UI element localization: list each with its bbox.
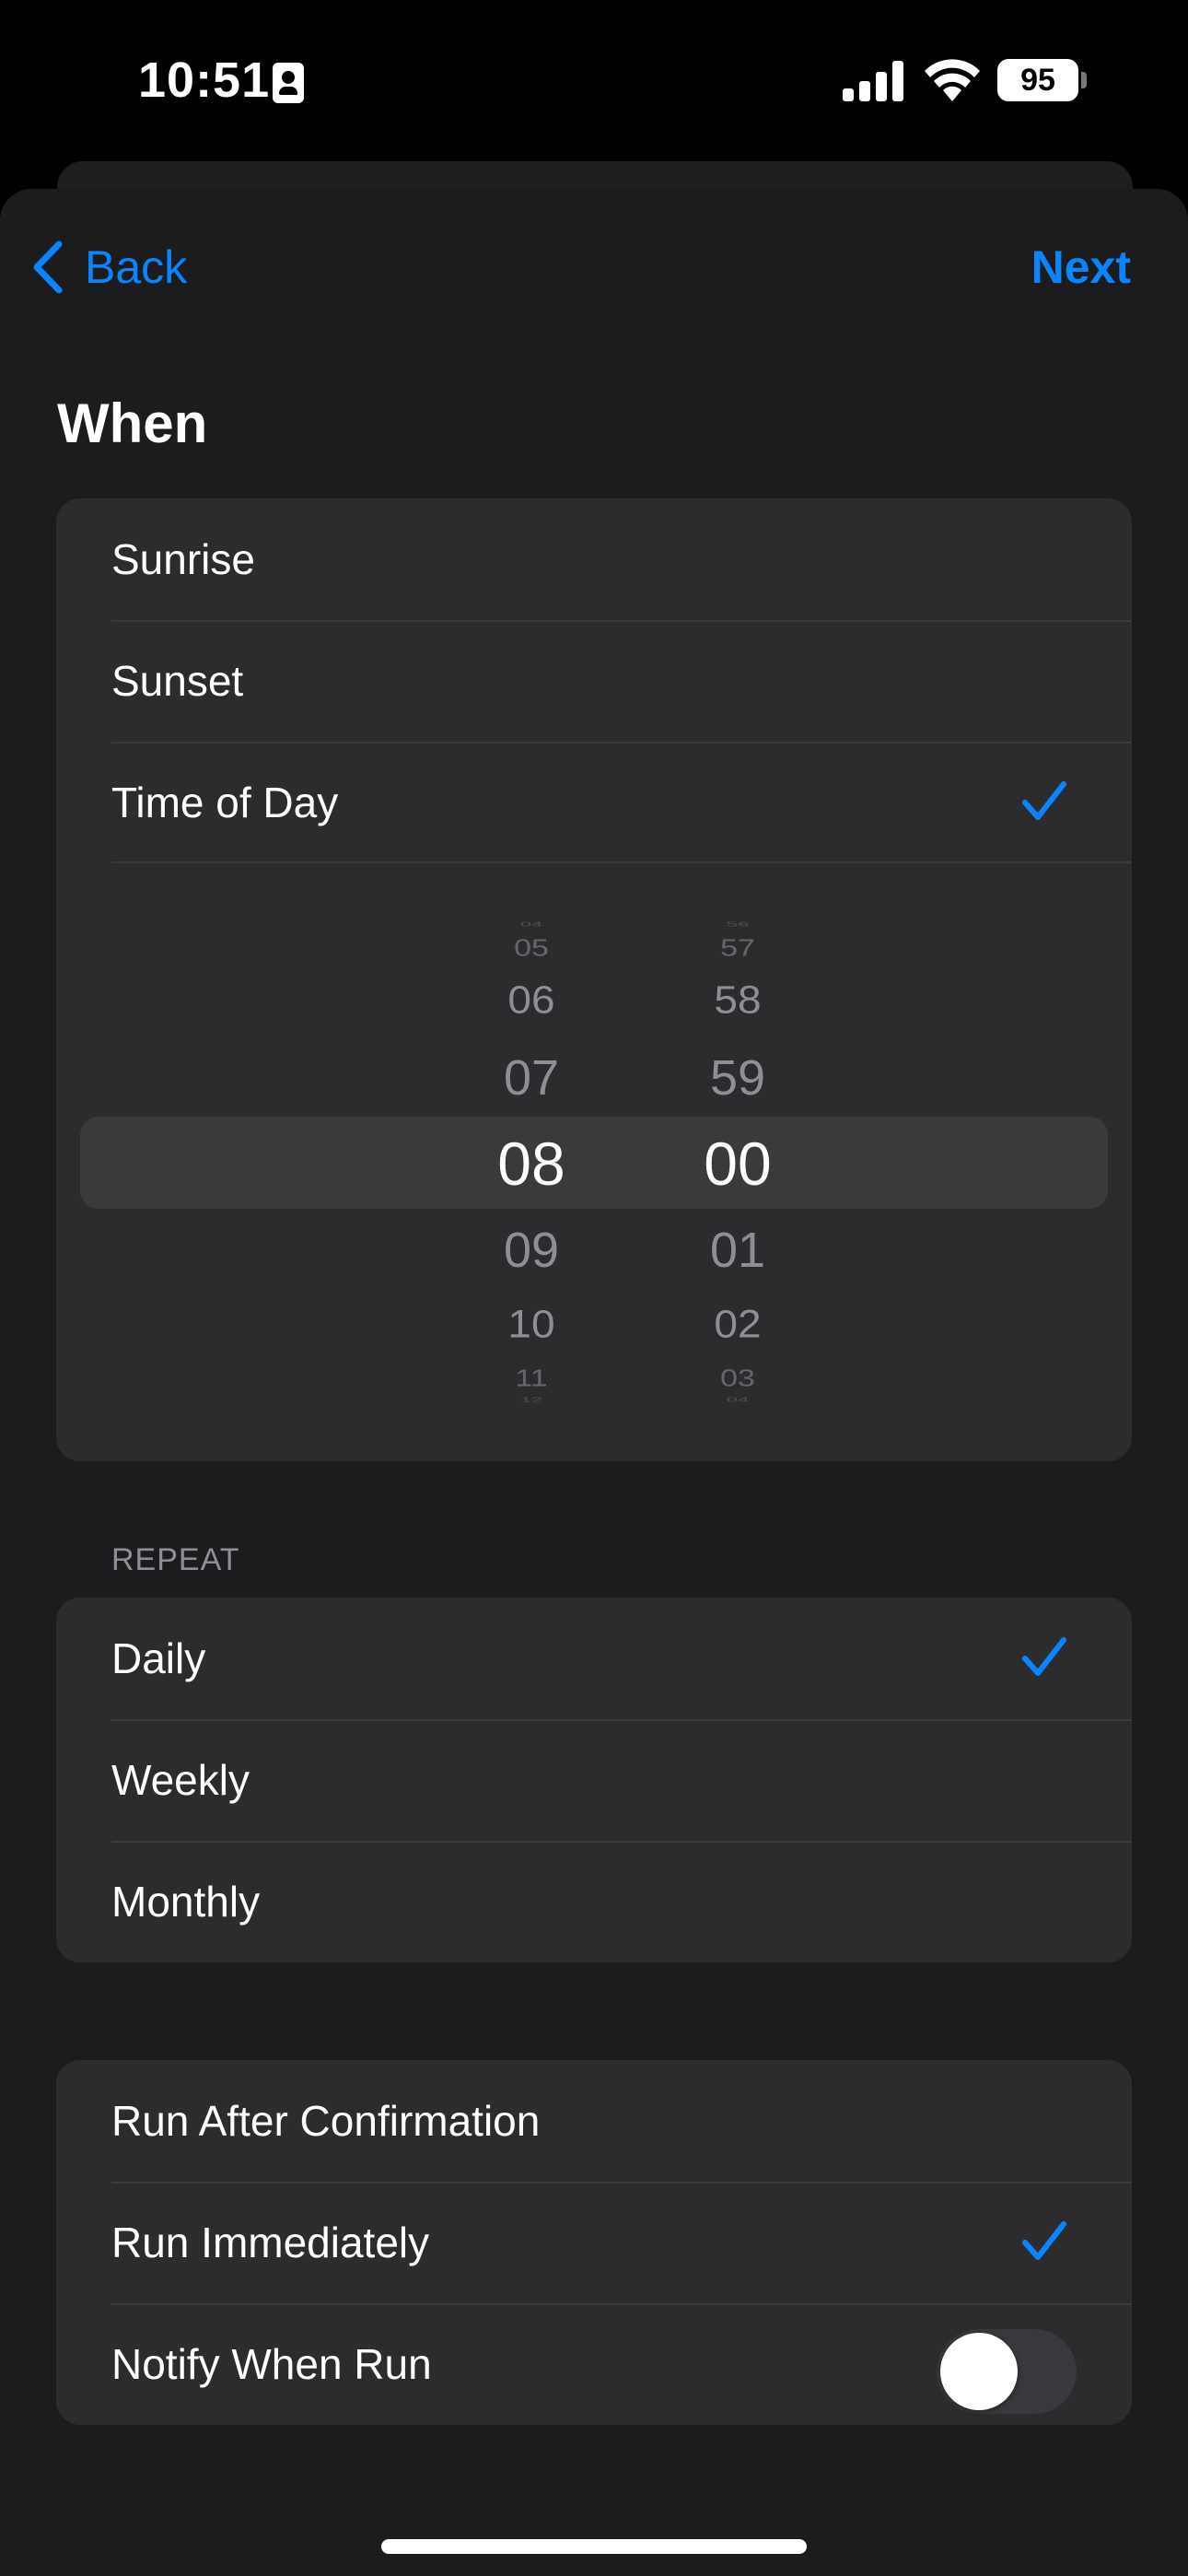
picker-hour: 04 bbox=[519, 919, 543, 929]
toggle-knob bbox=[940, 2333, 1018, 2410]
when-options-group: Sunrise Sunset Time of Day 04 05 06 07 0… bbox=[56, 498, 1132, 1461]
status-bar: 10:51 95 bbox=[0, 0, 1188, 166]
picker-hour: 10 bbox=[507, 1302, 555, 1346]
picker-hour: 12 bbox=[519, 1395, 543, 1404]
picker-hour-selected: 08 bbox=[497, 1130, 565, 1198]
option-sunset[interactable]: Sunset bbox=[56, 620, 1132, 742]
picker-hour: 07 bbox=[503, 1050, 560, 1106]
picker-minute: 57 bbox=[720, 934, 755, 962]
next-button[interactable]: Next bbox=[1031, 235, 1131, 299]
option-label: Run Immediately bbox=[111, 2219, 430, 2266]
option-run-after-confirmation[interactable]: Run After Confirmation bbox=[56, 2060, 1132, 2182]
option-label: Notify When Run bbox=[111, 2340, 432, 2388]
home-indicator[interactable] bbox=[381, 2539, 807, 2554]
section-header-repeat: REPEAT bbox=[111, 1542, 240, 1577]
option-label: Sunrise bbox=[111, 535, 255, 583]
battery-tip bbox=[1081, 72, 1087, 88]
checkmark-icon bbox=[1022, 781, 1066, 820]
option-label: Weekly bbox=[111, 1756, 250, 1804]
wifi-icon bbox=[925, 59, 980, 101]
section-title-when: When bbox=[57, 392, 208, 454]
picker-minute: 59 bbox=[709, 1050, 766, 1106]
back-button[interactable]: Back bbox=[31, 235, 187, 299]
option-label: Time of Day bbox=[111, 779, 339, 826]
checkmark-icon bbox=[1022, 1637, 1066, 1676]
picker-hour: 06 bbox=[507, 978, 555, 1022]
divider bbox=[111, 861, 1132, 863]
run-options-group: Run After Confirmation Run Immediately N… bbox=[56, 2060, 1132, 2425]
picker-minute: 01 bbox=[709, 1223, 766, 1278]
picker-minute: 03 bbox=[720, 1364, 755, 1392]
option-label: Monthly bbox=[111, 1878, 261, 1926]
option-daily[interactable]: Daily bbox=[56, 1598, 1132, 1719]
option-label: Sunset bbox=[111, 657, 244, 705]
notify-when-run-toggle[interactable] bbox=[937, 2329, 1077, 2414]
notify-when-run-row: Notify When Run bbox=[56, 2303, 1132, 2425]
picker-hour: 11 bbox=[515, 1364, 548, 1392]
option-label: Run After Confirmation bbox=[111, 2097, 541, 2145]
cellular-signal-icon bbox=[843, 61, 903, 101]
battery-icon: 95 bbox=[997, 59, 1078, 101]
back-label: Back bbox=[85, 241, 188, 293]
checkmark-icon bbox=[1022, 2221, 1066, 2260]
option-time-of-day[interactable]: Time of Day bbox=[56, 742, 1132, 863]
option-sunrise[interactable]: Sunrise bbox=[56, 498, 1132, 620]
repeat-options-group: Daily Weekly Monthly bbox=[56, 1598, 1132, 1962]
picker-selection-highlight bbox=[80, 1117, 1108, 1209]
picker-hour: 09 bbox=[503, 1223, 560, 1278]
option-label: Daily bbox=[111, 1634, 206, 1682]
picker-minute: 02 bbox=[714, 1302, 762, 1346]
picker-minute-selected: 00 bbox=[704, 1130, 772, 1198]
chevron-left-icon bbox=[33, 240, 63, 294]
picker-hour: 05 bbox=[514, 934, 549, 962]
status-time: 10:51 bbox=[138, 53, 271, 108]
option-weekly[interactable]: Weekly bbox=[56, 1719, 1132, 1841]
option-run-immediately[interactable]: Run Immediately bbox=[56, 2182, 1132, 2303]
option-monthly[interactable]: Monthly bbox=[56, 1841, 1132, 1962]
picker-minute: 58 bbox=[714, 978, 762, 1022]
contact-card-icon bbox=[273, 63, 304, 103]
picker-minute: 04 bbox=[726, 1395, 750, 1404]
picker-minute: 56 bbox=[726, 919, 750, 929]
